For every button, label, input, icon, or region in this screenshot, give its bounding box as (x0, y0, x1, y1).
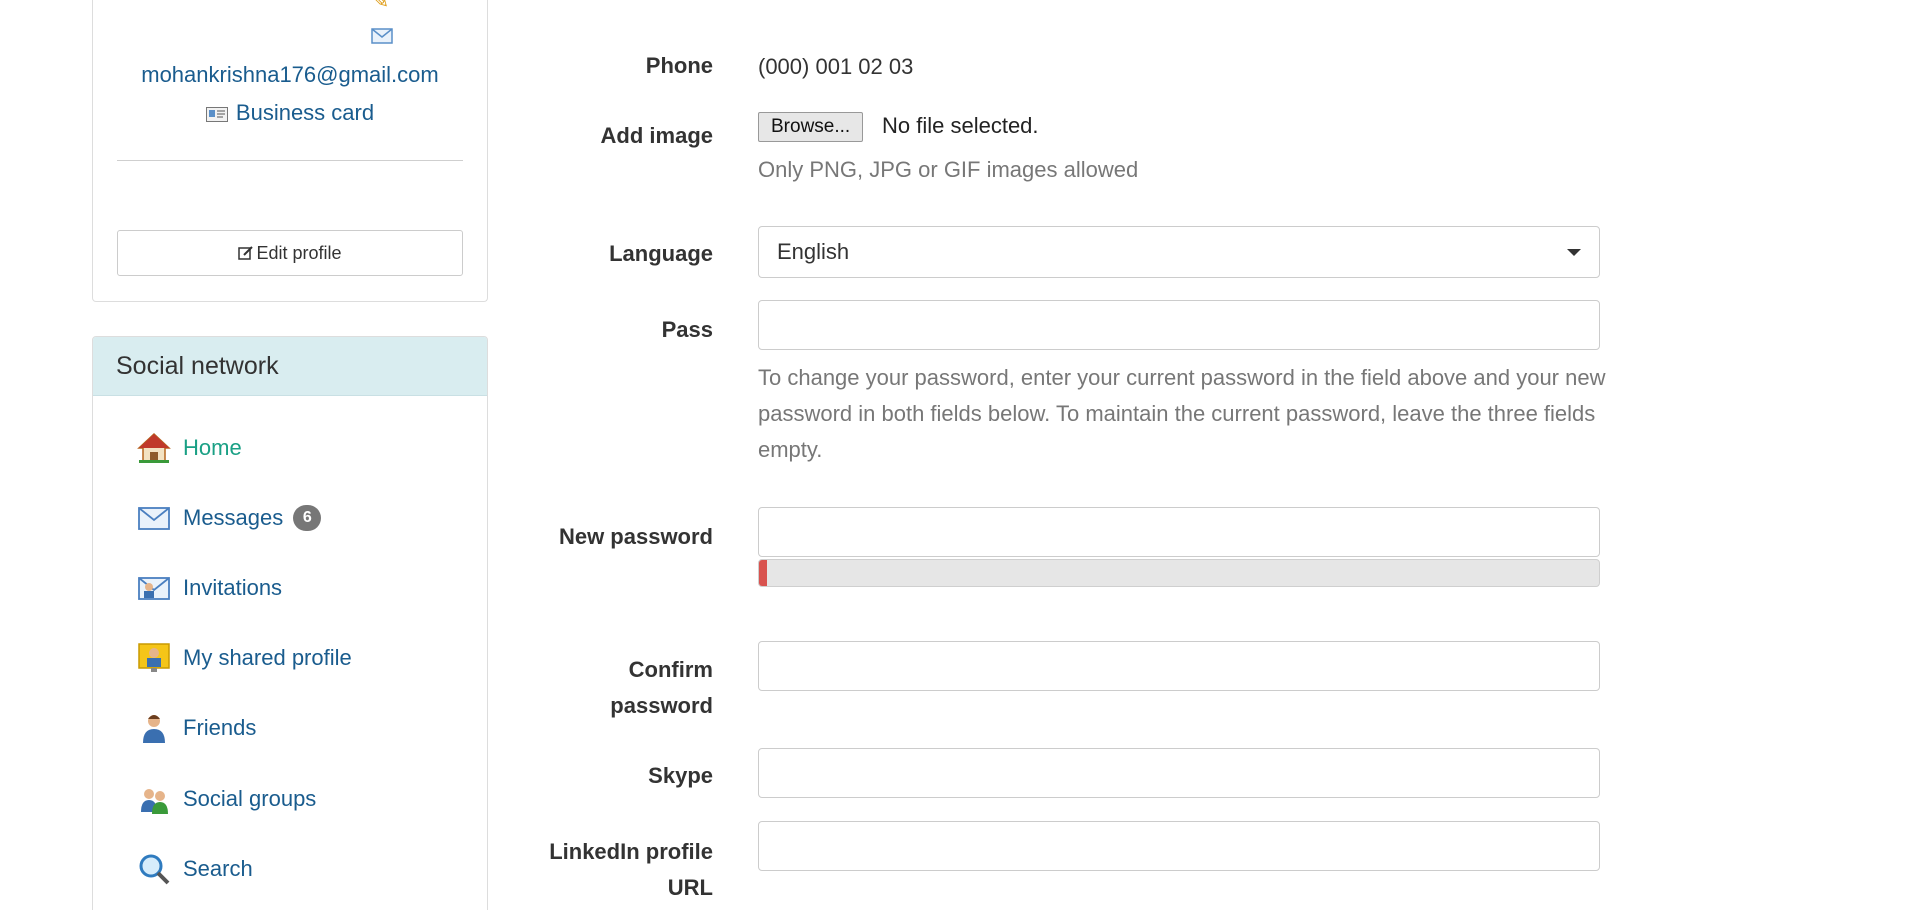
sidebar-item-label: My shared profile (183, 645, 352, 670)
new-password-label: New password (558, 524, 713, 549)
current-password-input[interactable] (758, 300, 1600, 350)
search-icon (139, 854, 170, 885)
language-select[interactable]: English (758, 226, 1600, 278)
business-card-link[interactable]: Business card (93, 100, 487, 126)
sidebar-item-label: Social groups (183, 786, 317, 811)
language-selected-value: English (777, 239, 850, 264)
skype-input[interactable] (758, 748, 1600, 798)
sidebar-item-friends[interactable]: Friends (137, 711, 256, 745)
sidebar-item-invitations[interactable]: Invitations (137, 571, 282, 605)
business-card-label: Business card (235, 100, 375, 125)
sidebar-item-label: Search (183, 856, 253, 881)
home-icon (137, 432, 171, 463)
invitation-icon (138, 577, 170, 600)
password-help-text: To change your password, enter your curr… (758, 365, 1606, 462)
sidebar-item-messages[interactable]: Messages 6 (137, 501, 322, 535)
business-card-icon (205, 106, 228, 122)
divider (117, 160, 463, 161)
linkedin-input[interactable] (758, 821, 1600, 871)
caret-down-icon (1567, 249, 1581, 256)
password-strength-meter (758, 559, 1600, 587)
pencil-icon: ✎ (371, 0, 390, 13)
password-strength-fill (759, 560, 767, 586)
browse-button[interactable]: Browse... (758, 112, 864, 142)
messages-count-badge: 6 (293, 505, 322, 531)
email-link[interactable]: mohankrishna176@gmail.com (93, 62, 487, 88)
sidebar-item-my-shared-profile[interactable]: My shared profile (137, 641, 352, 675)
sidebar-item-label: Friends (183, 715, 257, 740)
phone-label: Phone (645, 53, 713, 78)
email-icon (371, 28, 393, 44)
edit-profile-button[interactable]: Edit profile (117, 230, 463, 276)
confirm-password-label: Confirm password (610, 657, 713, 718)
friend-icon (143, 715, 165, 743)
social-network-card: Social network Home Messages 6 Invitatio… (92, 336, 488, 910)
language-label: Language (609, 241, 713, 266)
profile-card: ✎ mohankrishna176@gmail.com Business car… (92, 0, 488, 302)
sidebar-item-social-groups[interactable]: Social groups (137, 782, 316, 816)
phone-value: (000) 001 02 03 (758, 54, 914, 79)
linkedin-label: LinkedIn profile URL (549, 839, 713, 900)
edit-profile-label: Edit profile (256, 242, 342, 263)
file-status: No file selected. (882, 113, 1039, 138)
sidebar-item-search[interactable]: Search (137, 852, 253, 886)
sidebar-item-home[interactable]: Home (137, 431, 242, 465)
edit-icon (238, 246, 254, 260)
confirm-password-input[interactable] (758, 641, 1600, 691)
image-help-text: Only PNG, JPG or GIF images allowed (758, 157, 1139, 182)
envelope-icon (138, 507, 170, 530)
add-image-label: Add image (600, 123, 713, 148)
social-network-header: Social network (93, 337, 487, 396)
sidebar-item-label: Home (183, 435, 242, 460)
sidebar-item-label: Invitations (183, 575, 283, 600)
sidebar-item-label: Messages (183, 505, 284, 530)
shared-profile-icon (138, 643, 170, 672)
pass-label: Pass (661, 317, 713, 342)
new-password-input[interactable] (758, 507, 1600, 557)
groups-icon (141, 789, 168, 814)
skype-label: Skype (648, 763, 713, 788)
page: ✎ mohankrishna176@gmail.com Business car… (0, 0, 1920, 910)
